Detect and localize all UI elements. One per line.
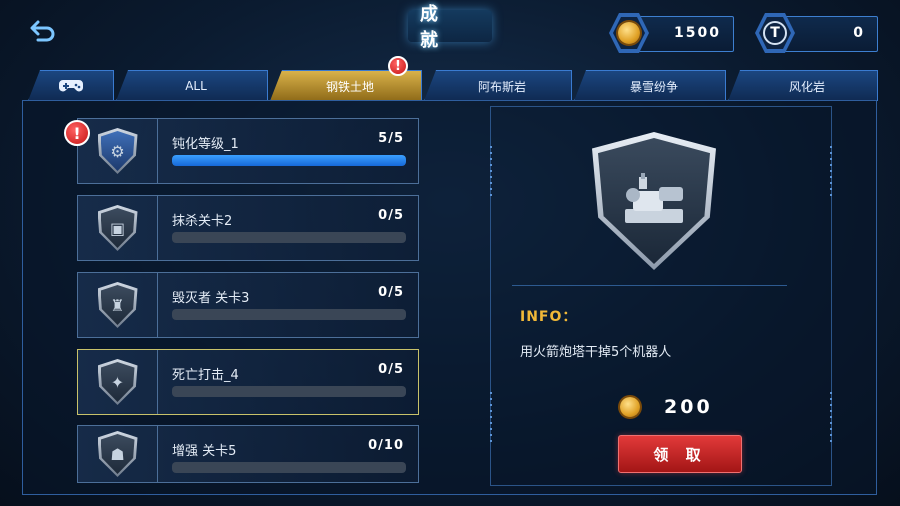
progress-fill [172, 155, 406, 166]
divider [512, 285, 787, 286]
achievement-progress: 5/5 [378, 131, 404, 146]
turret-emblem [625, 173, 683, 223]
tank-icon: ▣ [100, 208, 135, 248]
progress-bar [172, 462, 406, 473]
token-hex: T [755, 13, 795, 53]
coin-value: 1500 [674, 25, 721, 41]
t-token-icon: T [763, 21, 787, 45]
claim-button[interactable]: 领 取 [618, 435, 742, 473]
achievement-row[interactable]: ♜ 毁灭者 关卡3 0/5 [77, 272, 419, 338]
achievement-icon-box: ♜ [78, 273, 158, 337]
achievement-progress: 0/5 [378, 362, 404, 377]
achievement-icon-box: ✦ [78, 350, 158, 414]
tab-blizzard[interactable]: 暴雪纷争 [574, 70, 726, 101]
cannon-icon: ✦ [100, 362, 135, 402]
achievement-progress: 0/10 [368, 438, 404, 453]
progress-bar [172, 386, 406, 397]
achievement-name: 毁灭者 关卡3 [172, 291, 250, 306]
token-counter: T 0 [755, 13, 878, 53]
progress-bar [172, 232, 406, 243]
achievement-progress: 0/5 [378, 285, 404, 300]
tab-label: 暴雪纷争 [629, 79, 678, 94]
tab-weathered-rock[interactable]: 风化岩 [728, 70, 878, 101]
tab-label: 阿布斯岩 [477, 79, 526, 94]
progress-bar [172, 309, 406, 320]
tab-label: 钢铁土地 [325, 79, 374, 94]
frame-decoration [490, 146, 492, 196]
reward-amount: 200 [664, 396, 713, 418]
coin-hex [609, 13, 649, 53]
tab-alert-badge: ! [388, 56, 408, 76]
tower-icon: ♜ [100, 285, 135, 325]
achievement-description: 用火箭炮塔干掉5个机器人 [520, 345, 672, 360]
frame-decoration [830, 392, 832, 442]
token-value: 0 [853, 25, 865, 41]
coin-icon [620, 397, 640, 417]
gamepad-icon [59, 80, 83, 92]
tab-all[interactable]: ALL [116, 70, 268, 101]
achievement-name: 增强 关卡5 [172, 444, 237, 459]
robot-icon: ☗ [100, 434, 135, 474]
turret-icon: ⚙ [100, 131, 135, 171]
tab-label: ALL [185, 79, 207, 93]
achievement-row[interactable]: ⚙ 钝化等级_1 5/5 [77, 118, 419, 184]
back-button[interactable] [28, 16, 58, 46]
achievement-progress: 0/5 [378, 208, 404, 223]
back-arrow-icon [30, 20, 55, 42]
tab-abusi-rock[interactable]: 阿布斯岩 [424, 70, 572, 101]
achievement-name: 死亡打击_4 [172, 368, 239, 383]
achievement-name: 钝化等级_1 [172, 137, 239, 152]
achievement-icon-box: ▣ [78, 196, 158, 260]
frame-decoration [490, 392, 492, 442]
achievement-alert-badge: ! [64, 120, 90, 146]
coin-counter: 1500 [609, 13, 734, 53]
tab-controller[interactable] [28, 70, 114, 101]
coin-icon [618, 22, 640, 44]
progress-bar [172, 155, 406, 166]
achievement-icon-box: ⚙ [78, 119, 158, 183]
info-label: INFO： [520, 309, 578, 325]
frame-decoration [830, 146, 832, 196]
achievement-row[interactable]: ✦ 死亡打击_4 0/5 [77, 349, 419, 415]
achievement-row[interactable]: ☗ 增强 关卡5 0/10 [77, 425, 419, 483]
achievement-row[interactable]: ▣ 抹杀关卡2 0/5 [77, 195, 419, 261]
page-title: 成 就 [408, 4, 492, 51]
tab-label: 风化岩 [788, 79, 825, 94]
achievement-name: 抹杀关卡2 [172, 214, 233, 229]
achievement-icon-box: ☗ [78, 426, 158, 482]
